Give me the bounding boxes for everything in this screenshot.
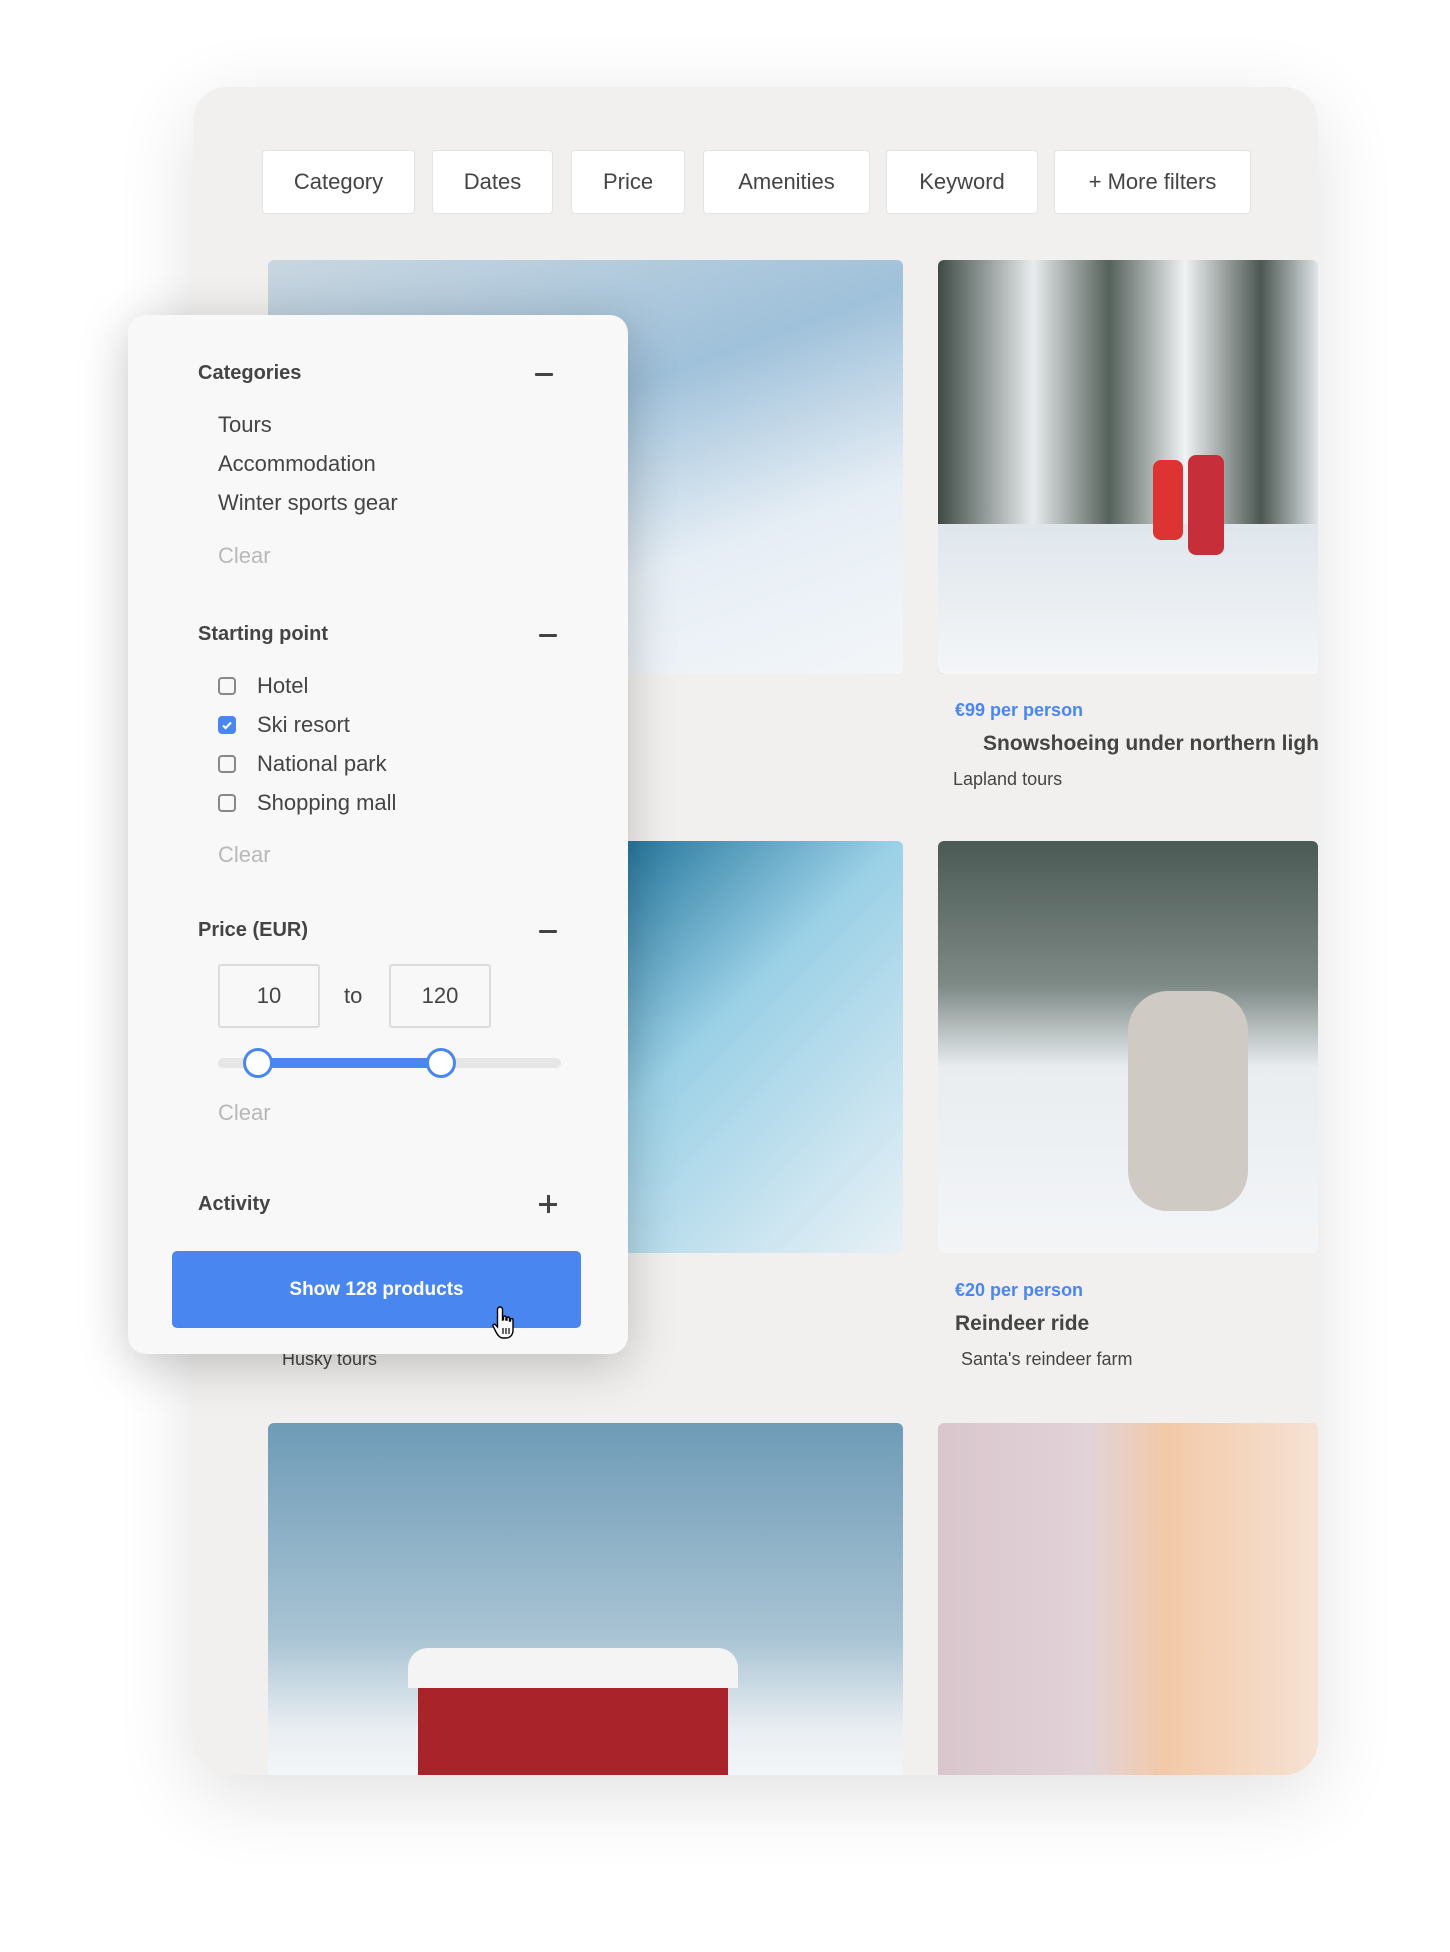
collapse-minus-icon[interactable] — [535, 373, 553, 376]
product-provider: Lapland tours — [953, 769, 1062, 790]
price-slider-range — [258, 1058, 441, 1068]
product-image-snowshoeing[interactable] — [938, 260, 1318, 674]
filter-panel: Categories Tours Accommodation Winter sp… — [128, 315, 628, 1354]
filter-price-button[interactable]: Price — [571, 150, 685, 214]
check-icon — [220, 718, 234, 732]
product-price: €20 per person — [955, 1280, 1083, 1301]
hotel-checkbox[interactable] — [218, 677, 236, 695]
hand-pointer-cursor-icon — [491, 1305, 521, 1341]
product-image-cabin[interactable] — [268, 1423, 903, 1775]
national-park-label[interactable]: National park — [257, 751, 387, 777]
clear-categories-link[interactable]: Clear — [218, 543, 271, 569]
expand-plus-icon[interactable] — [539, 1195, 557, 1213]
product-price: €99 per person — [955, 700, 1083, 721]
filter-amenities-button[interactable]: Amenities — [703, 150, 870, 214]
category-item[interactable]: Tours — [218, 412, 272, 438]
categories-heading: Categories — [198, 362, 301, 385]
show-products-label: Show 128 products — [289, 1279, 463, 1301]
product-image-skiers-sunset[interactable] — [938, 1423, 1318, 1775]
price-slider-max-handle[interactable] — [426, 1048, 456, 1078]
shopping-mall-label[interactable]: Shopping mall — [257, 790, 396, 816]
category-item[interactable]: Winter sports gear — [218, 490, 398, 516]
filter-keyword-button[interactable]: Keyword — [886, 150, 1038, 214]
collapse-minus-icon[interactable] — [539, 930, 557, 933]
hotel-label[interactable]: Hotel — [257, 673, 308, 699]
price-slider-min-handle[interactable] — [243, 1048, 273, 1078]
filter-category-button[interactable]: Category — [262, 150, 415, 214]
product-provider: Santa's reindeer farm — [961, 1349, 1133, 1370]
product-title[interactable]: Reindeer ride — [955, 1312, 1089, 1336]
ski-resort-checkbox[interactable] — [218, 716, 236, 734]
collapse-minus-icon[interactable] — [539, 634, 557, 637]
price-to-label: to — [344, 983, 362, 1009]
price-max-input[interactable]: 120 — [389, 964, 491, 1028]
product-title[interactable]: Snowshoeing under northern light — [983, 732, 1318, 756]
filter-dates-button[interactable]: Dates — [432, 150, 553, 214]
clear-starting-point-link[interactable]: Clear — [218, 842, 271, 868]
more-filters-button[interactable]: + More filters — [1054, 150, 1251, 214]
activity-heading: Activity — [198, 1193, 270, 1216]
product-image-reindeer[interactable] — [938, 841, 1318, 1253]
national-park-checkbox[interactable] — [218, 755, 236, 773]
price-heading: Price (EUR) — [198, 919, 308, 942]
starting-point-heading: Starting point — [198, 623, 328, 646]
price-min-input[interactable]: 10 — [218, 964, 320, 1028]
shopping-mall-checkbox[interactable] — [218, 794, 236, 812]
clear-price-link[interactable]: Clear — [218, 1100, 271, 1126]
ski-resort-label[interactable]: Ski resort — [257, 712, 350, 738]
category-item[interactable]: Accommodation — [218, 451, 376, 477]
